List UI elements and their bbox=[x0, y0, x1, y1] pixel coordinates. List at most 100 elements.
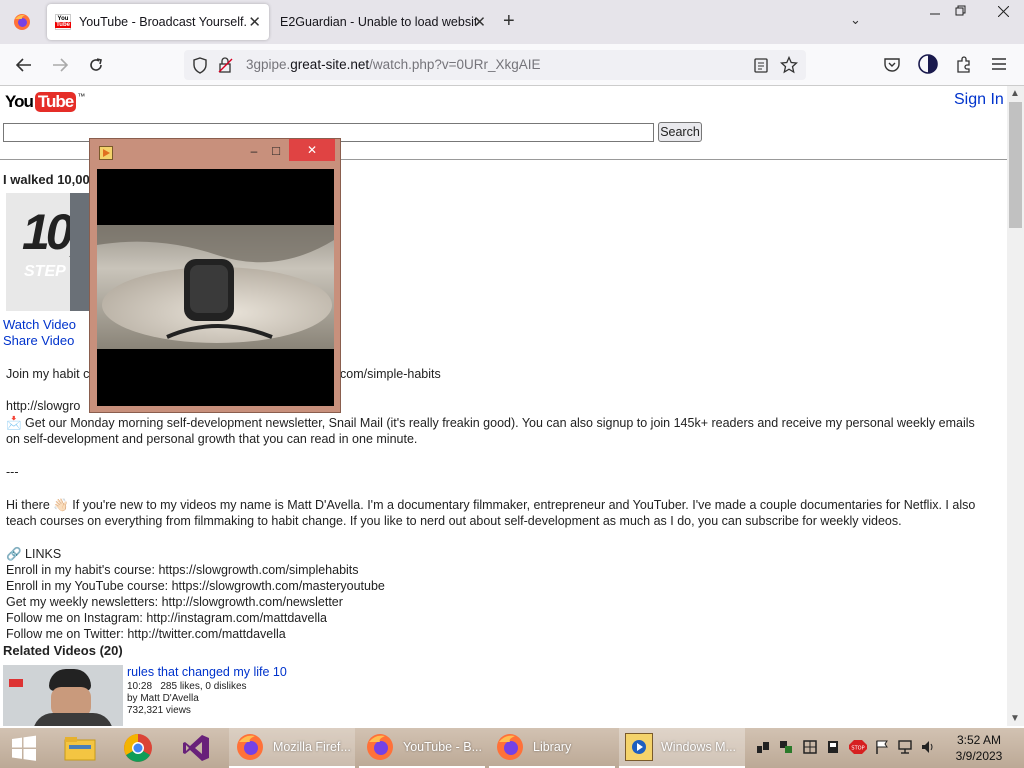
reload-icon bbox=[90, 58, 102, 71]
sign-in-link[interactable]: Sign In bbox=[954, 91, 1004, 109]
taskbar-app-label: Windows M... bbox=[661, 740, 737, 754]
media-player-minimize-button[interactable]: – bbox=[243, 142, 265, 160]
firefox-menu-button[interactable] bbox=[0, 0, 44, 44]
media-player-app-icon bbox=[99, 146, 113, 160]
description-about-paragraph: Hi there 👋🏻 If you're new to my videos m… bbox=[6, 498, 976, 528]
start-button[interactable] bbox=[0, 728, 48, 768]
extensions-puzzle-icon[interactable] bbox=[956, 56, 972, 73]
scroll-up-arrow-icon[interactable]: ▲ bbox=[1010, 88, 1020, 99]
media-player-close-button[interactable]: ✕ bbox=[289, 139, 335, 161]
youtube-favicon-icon: You Tube bbox=[55, 14, 71, 30]
folder-icon bbox=[64, 737, 96, 761]
video-thumbnail[interactable]: 10,0 STEP bbox=[6, 193, 92, 311]
url-domain: great-site.net bbox=[290, 57, 370, 72]
taskbar-app-firefox[interactable]: Mozilla Firef... bbox=[229, 728, 355, 768]
firefox-icon bbox=[495, 732, 525, 762]
browser-nav-bar: 3gpipe.great-site.net/watch.php?v=0URr_X… bbox=[0, 44, 1024, 86]
taskbar-app-windows-media[interactable]: Windows M... bbox=[619, 728, 745, 768]
url-subdomain: 3gpipe. bbox=[246, 57, 291, 72]
media-player-icon bbox=[625, 733, 653, 761]
logo-you: You bbox=[5, 92, 34, 111]
bookmark-star-icon[interactable] bbox=[780, 56, 798, 74]
account-profile-icon[interactable] bbox=[918, 54, 938, 74]
description-newsletter-paragraph: 📩 Get our Monday morning self-developmen… bbox=[6, 416, 975, 446]
scroll-down-arrow-icon[interactable]: ▼ bbox=[1010, 713, 1020, 724]
tracking-protection-shield-icon[interactable] bbox=[192, 57, 208, 74]
media-player-maximize-button[interactable]: □ bbox=[265, 141, 287, 159]
tab-close-icon[interactable]: ✕ bbox=[248, 13, 261, 31]
svg-text:STOP: STOP bbox=[851, 746, 864, 752]
url-path: /watch.php?v=0URr_XkgAIE bbox=[369, 57, 541, 72]
clock-date: 3/9/2023 bbox=[955, 749, 1003, 763]
firefox-icon bbox=[14, 14, 30, 30]
tray-volume-icon[interactable] bbox=[921, 740, 935, 754]
related-video-views: 732,321 views bbox=[127, 705, 191, 716]
file-explorer-taskbar-button[interactable] bbox=[60, 728, 100, 768]
tab-close-icon[interactable]: ✕ bbox=[473, 13, 486, 31]
logo-trademark: ™ bbox=[77, 92, 86, 101]
thumbnail-person bbox=[70, 193, 90, 311]
tab-title: E2Guardian - Unable to load website bbox=[280, 15, 476, 29]
related-videos-heading: Related Videos (20) bbox=[3, 643, 123, 658]
taskbar-app-youtube[interactable]: YouTube - B... bbox=[359, 728, 485, 768]
visual-studio-taskbar-button[interactable] bbox=[176, 728, 216, 768]
links-heading: 🔗 LINKS bbox=[6, 547, 62, 561]
reload-button[interactable] bbox=[82, 52, 110, 78]
tab-youtube[interactable]: You Tube YouTube - Broadcast Yourself. ✕ bbox=[47, 4, 269, 40]
list-all-tabs-chevron-icon[interactable]: ⌄ bbox=[850, 12, 861, 28]
tray-stop-icon[interactable]: STOP bbox=[849, 740, 867, 754]
forward-arrow-icon bbox=[53, 58, 68, 72]
url-bar[interactable]: 3gpipe.great-site.net/watch.php?v=0URr_X… bbox=[184, 50, 806, 80]
chrome-taskbar-button[interactable] bbox=[118, 728, 158, 768]
windows-taskbar: Mozilla Firef... YouTube - B... Library … bbox=[0, 728, 1024, 768]
thumbnail-shirt bbox=[33, 713, 113, 726]
video-viewport[interactable] bbox=[97, 169, 334, 406]
media-player-window[interactable]: – □ ✕ bbox=[89, 138, 341, 413]
windows-logo-icon bbox=[12, 735, 36, 761]
back-button[interactable] bbox=[10, 52, 38, 78]
reader-view-icon[interactable] bbox=[754, 58, 768, 73]
related-video-duration: 10:28 bbox=[127, 681, 153, 692]
description-separator: --- bbox=[6, 465, 19, 479]
taskbar-app-label: Library bbox=[533, 740, 572, 754]
video-frame-watch bbox=[97, 225, 334, 349]
restore-window-button[interactable] bbox=[946, 0, 976, 22]
youtube-logo[interactable]: You Tube ™ bbox=[5, 92, 85, 112]
tray-network-icon[interactable] bbox=[756, 740, 770, 754]
close-window-button[interactable] bbox=[982, 0, 1024, 22]
link-line: Get my weekly newsletters: http://slowgr… bbox=[6, 595, 343, 609]
insecure-lock-icon[interactable] bbox=[218, 57, 234, 74]
related-video-likes: 285 likes, 0 dislikes bbox=[160, 681, 247, 692]
taskbar-app-library[interactable]: Library bbox=[489, 728, 615, 768]
share-video-link[interactable]: Share Video bbox=[3, 333, 74, 348]
taskbar-app-label: Mozilla Firef... bbox=[273, 740, 351, 754]
firefox-icon bbox=[235, 732, 265, 762]
logo-tube: Tube bbox=[34, 92, 77, 112]
related-video-thumbnail[interactable] bbox=[3, 665, 123, 726]
tray-grid-icon[interactable] bbox=[803, 740, 817, 754]
search-button[interactable]: Search bbox=[658, 122, 702, 142]
link-line: Enroll in my habit's course: https://slo… bbox=[6, 563, 359, 577]
watch-video-link[interactable]: Watch Video bbox=[3, 317, 76, 332]
tray-sync-icon[interactable] bbox=[779, 740, 793, 754]
related-video-title-link[interactable]: rules that changed my life 10 bbox=[127, 665, 287, 679]
clock-time: 3:52 AM bbox=[956, 733, 1002, 747]
new-tab-button[interactable]: + bbox=[503, 10, 515, 33]
page-scrollbar-thumb[interactable] bbox=[1009, 102, 1022, 228]
firefox-icon bbox=[365, 732, 395, 762]
pocket-icon[interactable] bbox=[883, 57, 901, 73]
description-line-1-right: com/simple-habits bbox=[340, 367, 441, 381]
tray-device-icon[interactable] bbox=[826, 740, 840, 754]
tray-flag-icon[interactable] bbox=[875, 740, 889, 754]
related-video-meta: 10:28 285 likes, 0 dislikes bbox=[127, 681, 247, 692]
tray-ethernet-icon[interactable] bbox=[898, 740, 912, 754]
link-line: Follow me on Twitter: http://twitter.com… bbox=[6, 627, 286, 641]
description-line-1-left: Join my habit c bbox=[6, 367, 90, 381]
url-text[interactable]: 3gpipe.great-site.net/watch.php?v=0URr_X… bbox=[246, 57, 541, 72]
tray-clock[interactable]: 3:52 AM 3/9/2023 bbox=[944, 732, 1014, 764]
thumbnail-badge bbox=[9, 679, 23, 687]
hamburger-menu-icon[interactable] bbox=[992, 58, 1006, 70]
browser-tab-strip: You Tube YouTube - Broadcast Yourself. ✕ … bbox=[0, 0, 1024, 44]
forward-button[interactable] bbox=[46, 52, 74, 78]
tab-e2guardian[interactable]: E2Guardian - Unable to load website ✕ bbox=[272, 4, 494, 40]
